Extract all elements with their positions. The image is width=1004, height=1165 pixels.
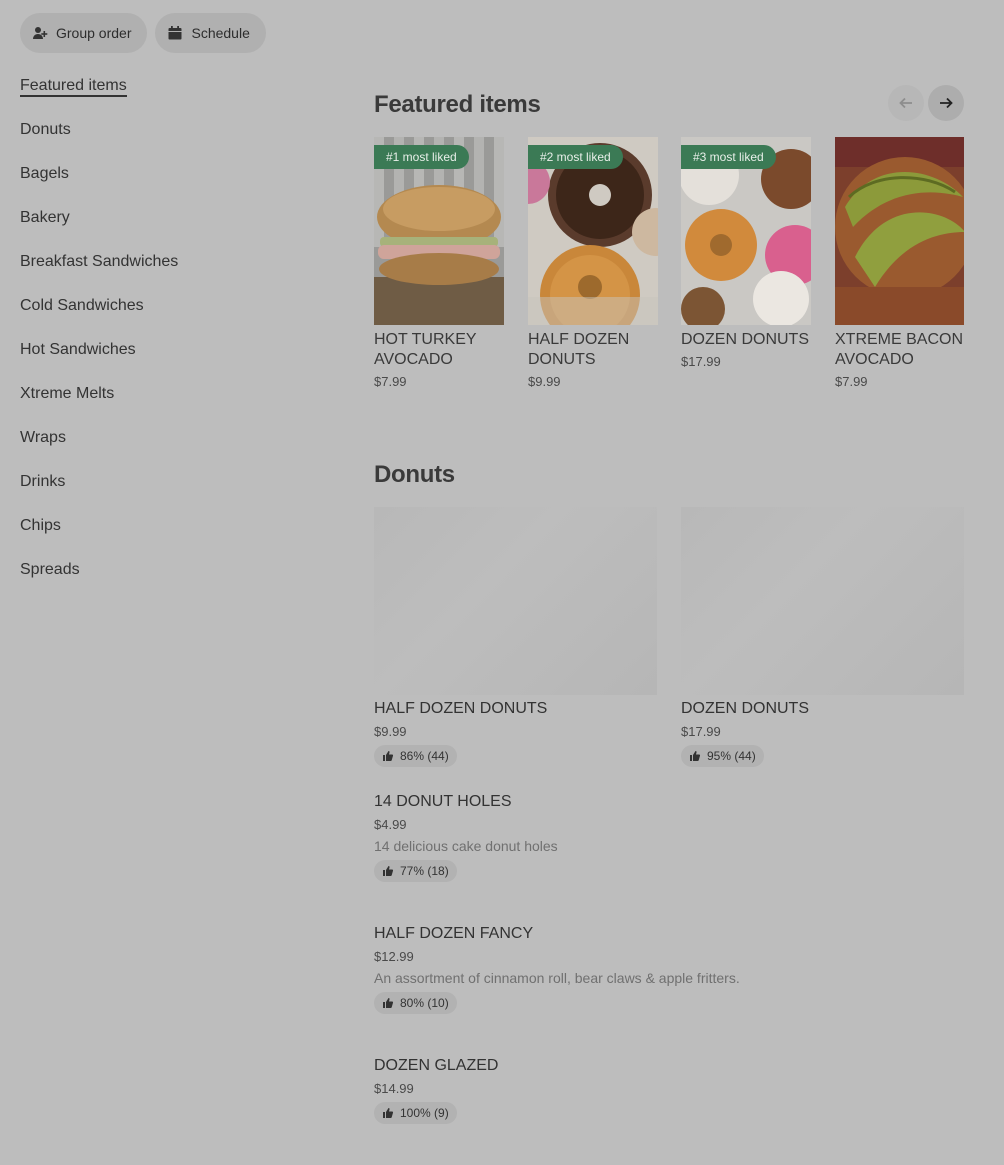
most-liked-badge: #2 most liked bbox=[528, 145, 623, 169]
group-order-label: Group order bbox=[56, 25, 132, 41]
person-plus-icon bbox=[33, 27, 48, 39]
sidebar-item-label: Xtreme Melts bbox=[20, 385, 115, 402]
sidebar-item-label: Donuts bbox=[20, 121, 71, 138]
item-description: 14 delicious cake donut holes bbox=[374, 838, 558, 854]
sidebar-item-xtreme-melts[interactable]: Xtreme Melts bbox=[20, 384, 320, 428]
item-price: $14.99 bbox=[374, 1081, 414, 1096]
sidebar-item-label: Breakfast Sandwiches bbox=[20, 253, 179, 270]
schedule-button[interactable]: Schedule bbox=[155, 13, 266, 53]
calendar-icon bbox=[168, 26, 182, 40]
sidebar-item-breakfast-sandwiches[interactable]: Breakfast Sandwiches bbox=[20, 252, 320, 296]
carousel-nav bbox=[888, 85, 964, 121]
schedule-label: Schedule bbox=[191, 25, 250, 41]
item-name: HALF DOZEN DONUTS bbox=[528, 331, 630, 368]
rating-badge: 80% (10) bbox=[374, 992, 457, 1014]
thumbs-up-icon bbox=[383, 998, 394, 1008]
sidebar-item-label: Cold Sandwiches bbox=[20, 297, 144, 314]
top-actions: Group order Schedule bbox=[20, 13, 266, 53]
sidebar-item-label: Wraps bbox=[20, 429, 66, 446]
category-sidebar: Featured items Donuts Bagels Bakery Brea… bbox=[20, 76, 320, 604]
featured-card[interactable]: #2 most liked HALF DOZEN DONUTS $9.99 bbox=[528, 137, 658, 389]
item-image: #1 most liked bbox=[374, 137, 504, 325]
item-name: 14 DONUT HOLES bbox=[374, 793, 512, 810]
sidebar-item-cold-sandwiches[interactable]: Cold Sandwiches bbox=[20, 296, 320, 340]
carousel-next-button[interactable] bbox=[928, 85, 964, 121]
sidebar-item-label: Chips bbox=[20, 517, 61, 534]
menu-list-item[interactable]: DOZEN GLAZED $14.99 100% (9) bbox=[374, 1057, 964, 1124]
item-image: #3 most liked bbox=[681, 137, 811, 325]
item-name: HALF DOZEN FANCY bbox=[374, 925, 534, 942]
sidebar-item-spreads[interactable]: Spreads bbox=[20, 560, 320, 604]
sidebar-item-label: Hot Sandwiches bbox=[20, 341, 136, 358]
item-name: HALF DOZEN DONUTS bbox=[374, 700, 548, 717]
rating-badge: 95% (44) bbox=[681, 745, 764, 767]
arrow-right-icon bbox=[940, 97, 953, 109]
item-description: An assortment of cinnamon roll, bear cla… bbox=[374, 970, 740, 986]
item-price: $9.99 bbox=[528, 374, 561, 389]
menu-list-item[interactable]: 14 DONUT HOLES $4.99 14 delicious cake d… bbox=[374, 793, 964, 882]
rating-badge: 86% (44) bbox=[374, 745, 457, 767]
bacon-avocado-image bbox=[835, 137, 964, 325]
most-liked-badge: #1 most liked bbox=[374, 145, 469, 169]
item-image-placeholder bbox=[374, 507, 657, 695]
featured-carousel: #1 most liked HOT TURKEY AVOCADO $7.99 #… bbox=[374, 137, 964, 397]
sidebar-item-chips[interactable]: Chips bbox=[20, 516, 320, 560]
sidebar-item-hot-sandwiches[interactable]: Hot Sandwiches bbox=[20, 340, 320, 384]
thumbs-up-icon bbox=[383, 1108, 394, 1118]
sidebar-item-label: Bagels bbox=[20, 165, 69, 182]
sidebar-item-drinks[interactable]: Drinks bbox=[20, 472, 320, 516]
menu-list-item[interactable]: HALF DOZEN FANCY $12.99 An assortment of… bbox=[374, 925, 964, 1014]
item-name: DOZEN DONUTS bbox=[681, 700, 809, 717]
rating-text: 100% (9) bbox=[400, 1106, 449, 1120]
sidebar-item-donuts[interactable]: Donuts bbox=[20, 120, 320, 164]
item-name: HOT TURKEY AVOCADO bbox=[374, 331, 477, 368]
sidebar-item-label: Bakery bbox=[20, 209, 70, 226]
carousel-prev-button[interactable] bbox=[888, 85, 924, 121]
sidebar-item-featured-items[interactable]: Featured items bbox=[20, 76, 320, 120]
rating-text: 77% (18) bbox=[400, 864, 449, 878]
arrow-left-icon bbox=[899, 97, 912, 109]
most-liked-badge: #3 most liked bbox=[681, 145, 776, 169]
item-name: XTREME BACON AVOCADO bbox=[835, 331, 964, 368]
sidebar-item-label: Spreads bbox=[20, 561, 80, 578]
item-price: $4.99 bbox=[374, 817, 407, 832]
item-price: $7.99 bbox=[374, 374, 407, 389]
group-order-button[interactable]: Group order bbox=[20, 13, 148, 53]
item-price: $17.99 bbox=[681, 724, 721, 739]
item-image bbox=[835, 137, 964, 325]
thumbs-up-icon bbox=[383, 751, 394, 761]
featured-card[interactable]: XTREME BACON AVOCADO $7.99 bbox=[835, 137, 964, 389]
item-price: $7.99 bbox=[835, 374, 868, 389]
featured-card[interactable]: #3 most liked DOZEN DONUTS $17.99 bbox=[681, 137, 811, 369]
sidebar-item-label: Featured items bbox=[20, 77, 127, 97]
thumbs-up-icon bbox=[690, 751, 701, 761]
item-price: $9.99 bbox=[374, 724, 407, 739]
sidebar-item-wraps[interactable]: Wraps bbox=[20, 428, 320, 472]
featured-items-heading: Featured items bbox=[374, 91, 541, 118]
rating-text: 86% (44) bbox=[400, 749, 449, 763]
item-price: $12.99 bbox=[374, 949, 414, 964]
item-image: #2 most liked bbox=[528, 137, 658, 325]
sidebar-item-bakery[interactable]: Bakery bbox=[20, 208, 320, 252]
rating-badge: 77% (18) bbox=[374, 860, 457, 882]
item-name: DOZEN DONUTS bbox=[681, 331, 809, 348]
rating-text: 95% (44) bbox=[707, 749, 756, 763]
item-image-placeholder bbox=[681, 507, 964, 695]
item-price: $17.99 bbox=[681, 354, 721, 369]
menu-item-card[interactable]: DOZEN DONUTS $17.99 95% (44) bbox=[681, 507, 964, 767]
thumbs-up-icon bbox=[383, 866, 394, 876]
menu-item-card[interactable]: HALF DOZEN DONUTS $9.99 86% (44) bbox=[374, 507, 657, 767]
rating-text: 80% (10) bbox=[400, 996, 449, 1010]
rating-badge: 100% (9) bbox=[374, 1102, 457, 1124]
donuts-heading: Donuts bbox=[374, 461, 455, 488]
sidebar-item-bagels[interactable]: Bagels bbox=[20, 164, 320, 208]
item-name: DOZEN GLAZED bbox=[374, 1057, 499, 1074]
sidebar-item-label: Drinks bbox=[20, 473, 66, 490]
featured-card[interactable]: #1 most liked HOT TURKEY AVOCADO $7.99 bbox=[374, 137, 504, 389]
